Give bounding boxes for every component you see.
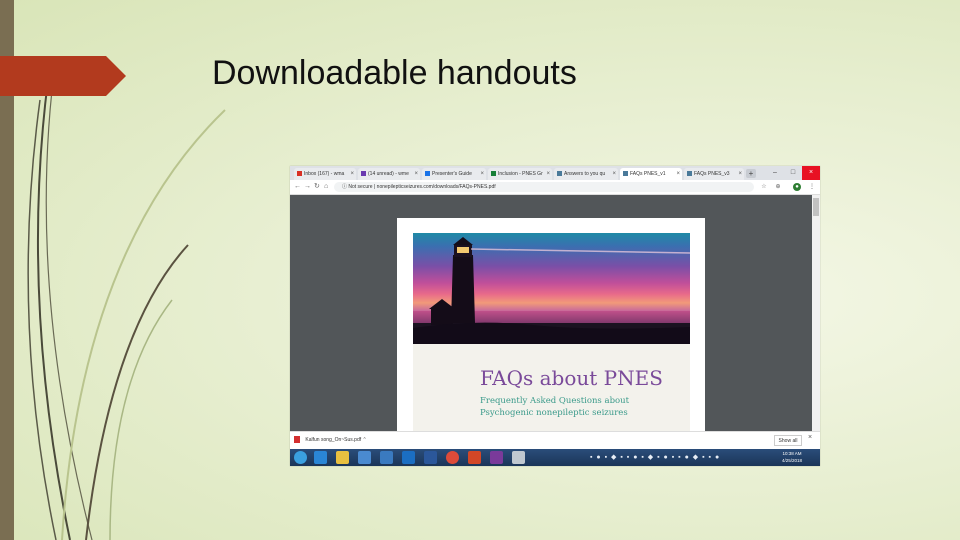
download-filename: Kalfun song_On~Sus.pdf xyxy=(305,437,362,443)
onenote-icon[interactable] xyxy=(490,451,503,464)
close-icon[interactable]: × xyxy=(414,168,418,180)
back-arrow-icon[interactable]: ← xyxy=(294,182,301,192)
forward-arrow-icon[interactable]: → xyxy=(304,182,311,192)
outlook-icon[interactable] xyxy=(402,451,415,464)
url-input[interactable]: ⓘ Not secure | nonepilepticseizures.com/… xyxy=(334,182,754,192)
tab-label: FAQs PNES_v3 xyxy=(694,171,730,177)
tab-faqs-v1[interactable]: FAQs PNES_v1 × xyxy=(620,168,682,180)
download-bar: Kalfun song_On~Sus.pdf ⌃ Show all × xyxy=(290,431,820,450)
url-text: nonepilepticseizures.com/downloads/FAQs-… xyxy=(376,184,496,190)
tab-answers[interactable]: Answers to you qu × xyxy=(554,168,618,180)
browser-screenshot: Inbox (167) - wma × (14 unread) - wme × … xyxy=(290,166,820,466)
close-icon[interactable]: × xyxy=(350,168,354,180)
new-tab-button[interactable]: + xyxy=(746,169,756,178)
pdf-title: FAQs about PNES xyxy=(480,366,663,390)
chevron-up-icon[interactable]: ⌃ xyxy=(363,437,367,443)
tab-label: Presenter's Guide xyxy=(432,171,472,177)
title-arrow-accent xyxy=(0,56,126,96)
chrome-icon[interactable] xyxy=(446,451,459,464)
close-icon[interactable]: × xyxy=(676,168,680,180)
tab-label: Inclusion - PNES Gr xyxy=(498,171,543,177)
scrollbar-thumb[interactable] xyxy=(813,198,819,216)
lighthouse-icon xyxy=(413,237,690,344)
clock-date: 4/25/2018 xyxy=(782,458,803,463)
close-icon[interactable]: × xyxy=(612,168,616,180)
tab-presenters-guide[interactable]: Presenter's Guide × xyxy=(422,168,486,180)
tab-inclusion[interactable]: Inclusion - PNES Gr × xyxy=(488,168,552,180)
close-icon[interactable]: × xyxy=(738,168,742,180)
pdf-subtitle-line1: Frequently Asked Questions about xyxy=(480,396,630,406)
p-icon xyxy=(623,171,628,176)
start-icon[interactable] xyxy=(294,451,307,464)
extension-icon[interactable]: ⊕ xyxy=(774,183,782,191)
tab-mail[interactable]: (14 unread) - wme × xyxy=(358,168,420,180)
close-icon[interactable]: × xyxy=(480,168,484,180)
pdf-subtitle-line2: Psychogenic nonepileptic seizures xyxy=(480,408,628,418)
p-icon xyxy=(557,171,562,176)
close-window-button[interactable]: × xyxy=(802,166,820,180)
system-clock[interactable]: 10:38 AM 4/25/2018 xyxy=(782,450,802,464)
show-all-button[interactable]: Show all xyxy=(774,435,802,446)
ie-icon[interactable] xyxy=(314,451,327,464)
windows-taskbar: ▪ ● ▪ ◆ ▪ ▪ ● ▪ ◆ ▪ ● ▪ ▪ ● ◆ ▪ ▪ ● 10:3… xyxy=(290,449,820,466)
explorer-icon[interactable] xyxy=(336,451,349,464)
close-icon[interactable]: × xyxy=(546,168,550,180)
system-tray-icons[interactable]: ▪ ● ▪ ◆ ▪ ▪ ● ▪ ◆ ▪ ● ▪ ▪ ● ◆ ▪ ▪ ● xyxy=(590,453,720,461)
close-icon[interactable]: × xyxy=(808,434,812,441)
mail-icon xyxy=(361,171,366,176)
tab-label: Answers to you qu xyxy=(564,171,606,177)
powerpoint-icon[interactable] xyxy=(468,451,481,464)
p-icon xyxy=(687,171,692,176)
slide-title: Downloadable handouts xyxy=(212,54,577,92)
word-icon[interactable] xyxy=(424,451,437,464)
tab-bar: Inbox (167) - wma × (14 unread) - wme × … xyxy=(290,166,820,180)
menu-icon[interactable]: ⋮ xyxy=(808,183,816,191)
minimize-button[interactable]: – xyxy=(766,166,784,180)
profile-icon[interactable]: ● xyxy=(793,183,801,191)
tab-label: FAQs PNES_v1 xyxy=(630,171,666,177)
lighthouse-banner-image xyxy=(413,233,690,344)
media-icon[interactable] xyxy=(358,451,371,464)
star-icon[interactable]: ☆ xyxy=(760,183,768,191)
url-security-label: Not secure xyxy=(348,184,373,190)
maximize-button[interactable]: □ xyxy=(784,166,802,180)
tab-label: (14 unread) - wme xyxy=(368,171,409,177)
scrollbar-track[interactable] xyxy=(812,195,820,431)
tab-inbox[interactable]: Inbox (167) - wma × xyxy=(294,168,356,180)
tab-faqs-v3[interactable]: FAQs PNES_v3 × xyxy=(684,168,744,180)
home-icon[interactable]: ⌂ xyxy=(324,182,328,192)
download-item[interactable]: Kalfun song_On~Sus.pdf ⌃ xyxy=(294,435,367,446)
address-bar: ← → ↻ ⌂ ⓘ Not secure | nonepilepticseizu… xyxy=(290,180,820,195)
media2-icon[interactable] xyxy=(380,451,393,464)
tab-label: Inbox (167) - wma xyxy=(304,171,345,177)
gmail-icon xyxy=(297,171,302,176)
reload-icon[interactable]: ↻ xyxy=(314,182,320,192)
pdf-file-icon xyxy=(294,436,300,444)
docs-icon xyxy=(425,171,430,176)
clock-time: 10:38 AM xyxy=(782,451,802,456)
pdf-viewer[interactable]: FAQs about PNES Frequently Asked Questio… xyxy=(290,195,812,431)
misc-icon[interactable] xyxy=(512,451,525,464)
sheets-icon xyxy=(491,171,496,176)
pdf-page: FAQs about PNES Frequently Asked Questio… xyxy=(397,218,705,431)
